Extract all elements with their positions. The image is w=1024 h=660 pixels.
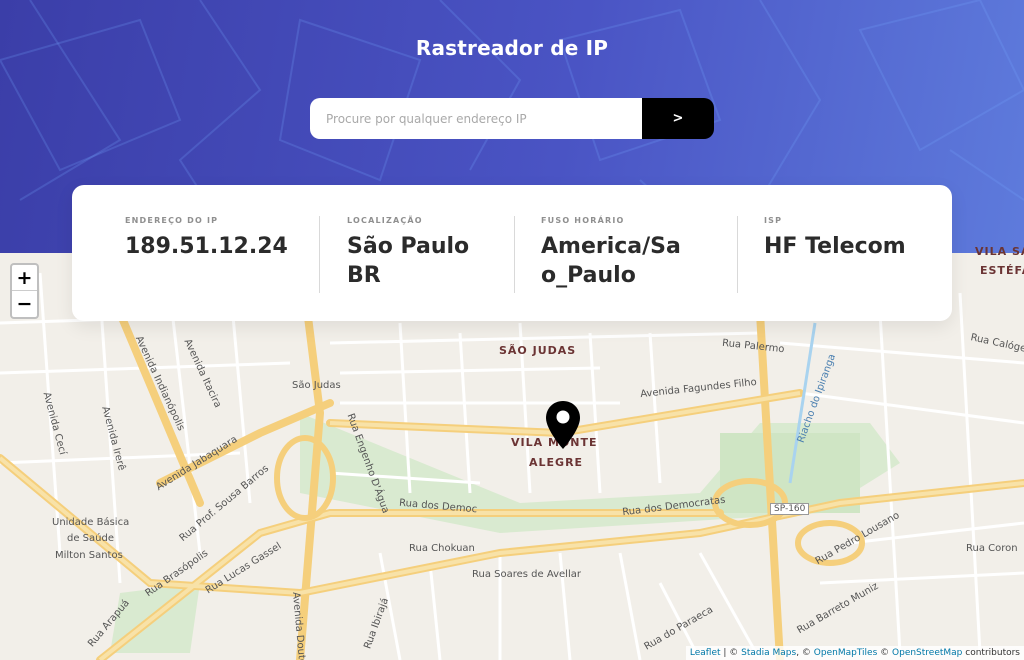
station-label-sao-judas: São Judas: [292, 380, 341, 391]
attribution-separator: | ©: [720, 648, 742, 658]
street-label-coron: Rua Coron: [966, 543, 1018, 554]
attribution-separator: ©: [877, 648, 893, 658]
leaflet-link[interactable]: Leaflet: [690, 648, 721, 658]
info-location: LOCALIZAÇÃO São Paulo BR: [347, 185, 497, 321]
page-title: Rastreador de IP: [415, 36, 609, 60]
area-label-vila-estefania-2: ESTÉFA: [980, 264, 1024, 277]
info-ip-value: 189.51.12.24: [125, 234, 288, 259]
location-marker-icon[interactable]: [545, 400, 581, 450]
area-label-sao-judas: SÃO JUDAS: [499, 344, 577, 357]
info-timezone-value: America/Sao_Paulo: [541, 234, 681, 288]
attribution-separator: , ©: [796, 648, 814, 658]
info-ip: ENDEREÇO DO IP 189.51.12.24: [125, 185, 315, 321]
map-attribution: Leaflet | © Stadia Maps, © OpenMapTiles …: [685, 646, 1024, 660]
search-bar: >: [310, 98, 714, 139]
info-timezone-label: FUSO HORÁRIO: [541, 216, 625, 225]
zoom-out-button[interactable]: −: [12, 291, 37, 317]
info-ip-label: ENDEREÇO DO IP: [125, 216, 219, 225]
poi-label-ubs-2: de Saúde: [67, 533, 114, 544]
info-divider: [319, 216, 320, 293]
info-location-value: São Paulo BR: [347, 234, 470, 288]
info-isp-value: HF Telecom: [764, 234, 906, 259]
ip-info-card: ENDEREÇO DO IP 189.51.12.24 LOCALIZAÇÃO …: [72, 185, 952, 321]
attribution-text: contributors: [962, 648, 1020, 658]
info-location-label: LOCALIZAÇÃO: [347, 216, 423, 225]
zoom-in-button[interactable]: +: [12, 265, 37, 291]
info-timezone: FUSO HORÁRIO America/Sao_Paulo: [541, 185, 691, 321]
zoom-control: + −: [10, 263, 39, 319]
openstreetmap-link[interactable]: OpenStreetMap: [892, 648, 962, 658]
area-label-vila-estefania-1: VILA SAN: [975, 245, 1024, 258]
street-label-chokuan: Rua Chokuan: [409, 543, 475, 554]
info-isp: ISP HF Telecom: [764, 185, 934, 321]
poi-label-ubs-3: Milton Santos: [55, 550, 123, 561]
search-submit-button[interactable]: >: [642, 98, 714, 139]
info-isp-label: ISP: [764, 216, 783, 225]
info-divider: [514, 216, 515, 293]
stadia-link[interactable]: Stadia Maps: [741, 648, 796, 658]
openmaptiles-link[interactable]: OpenMapTiles: [814, 648, 877, 658]
street-label-soares: Rua Soares de Avellar: [472, 569, 581, 580]
highway-shield-sp160: SP-160: [770, 503, 810, 515]
info-divider: [737, 216, 738, 293]
area-label-alegre: ALEGRE: [529, 456, 584, 469]
poi-label-ubs-1: Unidade Básica: [52, 517, 130, 528]
ip-search-input[interactable]: [310, 98, 642, 139]
